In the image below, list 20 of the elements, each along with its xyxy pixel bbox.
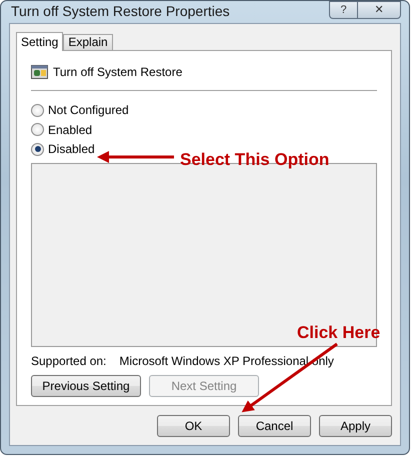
radio-button[interactable] <box>31 142 44 156</box>
help-button[interactable]: ? <box>329 1 357 19</box>
radio-button[interactable] <box>31 104 44 117</box>
close-button[interactable]: ✕ <box>357 1 401 19</box>
radio-label[interactable]: Not Configured <box>48 101 129 120</box>
radio-label[interactable]: Enabled <box>48 120 92 139</box>
annotation-text: Select This Option <box>180 149 330 171</box>
ok-button[interactable]: OK <box>157 415 230 437</box>
window-title: Turn off System Restore Properties <box>10 2 230 22</box>
policy-icon <box>31 64 48 79</box>
annotation-text: Click Here <box>297 322 380 344</box>
apply-button[interactable]: Apply <box>319 415 392 437</box>
tab[interactable]: Setting <box>16 32 64 50</box>
radio-label[interactable]: Disabled <box>48 140 95 158</box>
supported-label: Supported on: <box>31 353 106 370</box>
radio-button[interactable] <box>31 123 44 136</box>
previous-setting-button[interactable]: Previous Setting <box>31 375 141 397</box>
tab[interactable]: Explain <box>63 34 113 50</box>
cancel-button[interactable]: Cancel <box>238 415 311 437</box>
policy-title: Turn off System Restore <box>53 64 182 80</box>
